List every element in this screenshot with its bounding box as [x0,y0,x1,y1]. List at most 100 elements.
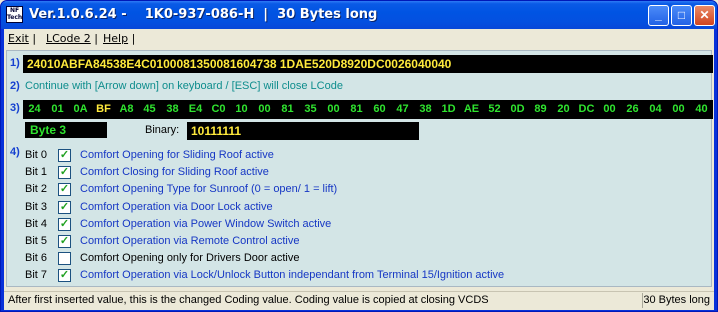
menu-help[interactable]: Help | [103,32,135,45]
byte-cell[interactable]: BF [92,100,115,119]
status-message: After first inserted value, this is the … [8,294,489,306]
byte-cell[interactable]: A8 [115,100,138,119]
checkmark-icon: ✓ [59,200,70,213]
bit-description: Comfort Opening Type for Sunroof (0 = op… [80,183,338,196]
bit-row: Bit 7 ✓ Comfort Operation via Lock/Unlock … [25,268,705,285]
bit-checkbox[interactable]: ✓ [58,166,71,180]
bit-row: Bit 0 ✓ Comfort Opening for Sliding Roof a… [25,148,705,165]
coding-value-field[interactable]: 24010ABFA84538E4C0100081350081604738 1DA… [23,55,713,73]
status-bar: After first inserted value, this is the … [4,291,714,310]
bit-description: Comfort Operation via Power Window Switc… [80,217,332,230]
app-logo-icon: NF Tech [6,6,23,23]
section-number-3: 3) [10,102,20,114]
minimize-button[interactable]: _ [648,5,669,26]
byte-cell[interactable]: DC [575,100,598,119]
menu-exit[interactable]: Exit | [8,32,36,45]
bit-row: Bit 5 ✓ Comfort Operation via Remote Contr… [25,234,705,251]
byte-cell[interactable]: 35 [299,100,322,119]
bit-label: Bit 5 [25,235,48,247]
byte-cell[interactable]: 00 [253,100,276,119]
byte-cell[interactable]: 10 [230,100,253,119]
byte-cell[interactable]: 81 [276,100,299,119]
bit-description: Comfort Operation via Door Lock active [80,200,273,213]
byte-cell[interactable]: 04 [644,100,667,119]
byte-cell[interactable]: E4 [184,100,207,119]
bit-row: Bit 2 ✓ Comfort Opening Type for Sunroof (… [25,182,705,199]
binary-value-field[interactable]: 10111111 [187,122,419,140]
checkmark-icon: ✓ [59,235,70,247]
byte-cell[interactable]: AE [460,100,483,119]
bit-description: Comfort Closing for Sliding Roof active [80,166,269,179]
checkmark-icon: ✓ [59,183,70,196]
bit-label: Bit 3 [25,200,48,213]
byte-cell[interactable]: C0 [207,100,230,119]
byte-cell[interactable]: 20 [552,100,575,119]
app-logo-text: NF Tech [7,7,23,21]
byte-cell[interactable]: 52 [483,100,506,119]
menu-help-label: Help [103,32,129,45]
menu-lcode2-label: LCode 2 [46,32,91,45]
byte-cell[interactable]: 38 [161,100,184,119]
bit-label: Bit 0 [25,149,48,161]
bit-checkbox[interactable]: ✓ [58,149,71,162]
byte-cell[interactable]: 38 [414,100,437,119]
menu-lcode2[interactable]: LCode 2 | [46,32,98,45]
bit-row: Bit 3 ✓ Comfort Operation via Door Lock ac… [25,200,705,217]
bit-checkbox[interactable]: ✓ [58,269,71,283]
byte-cell[interactable]: 60 [368,100,391,119]
section-number-2: 2) [10,80,20,92]
menu-bar: Exit | LCode 2 | Help | [4,29,714,49]
bit-checkbox[interactable]: ✓ [58,235,71,248]
title-bar[interactable]: NF Tech Ver.1.0.6.24 - 1K0-937-086-H | 3… [1,1,717,29]
bit-checkbox[interactable]: ✓ [58,183,71,197]
byte-cell[interactable]: 01 [46,100,69,119]
checkmark-icon: ✓ [59,149,70,161]
bit-row: Bit 6 Comfort Opening only for Drivers Do… [25,251,705,268]
menu-separator: | [128,32,136,45]
close-button[interactable]: ✕ [694,5,715,26]
bit-description: Comfort Operation via Remote Control act… [80,235,300,247]
byte-cell[interactable]: 40 [690,100,713,119]
coding-panel: 1) 24010ABFA84538E4C0100081350081604738 … [6,50,713,287]
byte-cell[interactable]: 81 [345,100,368,119]
byte-cell[interactable]: 45 [138,100,161,119]
byte-cell[interactable]: 00 [667,100,690,119]
checkmark-icon: ✓ [59,217,70,230]
bit-description: Comfort Opening for Sliding Roof active [80,149,274,161]
binary-caption: Binary: [145,124,180,136]
lcode-window: NF Tech Ver.1.0.6.24 - 1K0-937-086-H | 3… [0,0,718,312]
byte-cell[interactable]: 0A [69,100,92,119]
selected-byte-label: Byte 3 [25,122,107,138]
byte-cell[interactable]: 26 [621,100,644,119]
client-area: Exit | LCode 2 | Help | 1) 24010ABFA8453… [4,29,714,310]
status-length: 30 Bytes long [642,293,710,308]
byte-cell[interactable]: 00 [598,100,621,119]
bit-checkbox[interactable]: ✓ [58,200,71,214]
bit-description: Comfort Opening only for Drivers Door ac… [80,252,300,265]
bit-description: Comfort Operation via Lock/Unlock Button… [80,269,505,282]
bit-label: Bit 7 [25,269,48,282]
bit-row: Bit 1 ✓ Comfort Closing for Sliding Roof a… [25,165,705,182]
window-title: Ver.1.0.6.24 - 1K0-937-086-H | 30 Bytes … [29,7,378,22]
byte-cell[interactable]: 24 [23,100,46,119]
menu-separator: | [28,32,37,45]
section-number-4: 4) [10,146,20,158]
bit-label: Bit 1 [25,166,48,179]
section-number-1: 1) [10,57,20,69]
byte-cell[interactable]: 89 [529,100,552,119]
bit-checkbox[interactable] [58,252,71,266]
maximize-button[interactable]: □ [671,5,692,26]
checkmark-icon: ✓ [59,166,70,179]
menu-exit-label: Exit [8,32,29,45]
byte-cell[interactable]: 0D [506,100,529,119]
menu-separator: | [90,32,98,45]
byte-cell[interactable]: 47 [391,100,414,119]
checkmark-icon: ✓ [59,269,70,282]
bit-checkbox[interactable]: ✓ [58,217,71,231]
bit-label: Bit 4 [25,217,48,230]
byte-strip: 24 01 0A BF A8 45 38 E4 C0 10 00 81 35 00 81 60 47 38 1D AE… [23,100,713,119]
instruction-text: Continue with [Arrow down] on keyboard /… [25,80,343,92]
bit-label: Bit 2 [25,183,48,196]
byte-cell[interactable]: 1D [437,100,460,119]
byte-cell[interactable]: 00 [322,100,345,119]
